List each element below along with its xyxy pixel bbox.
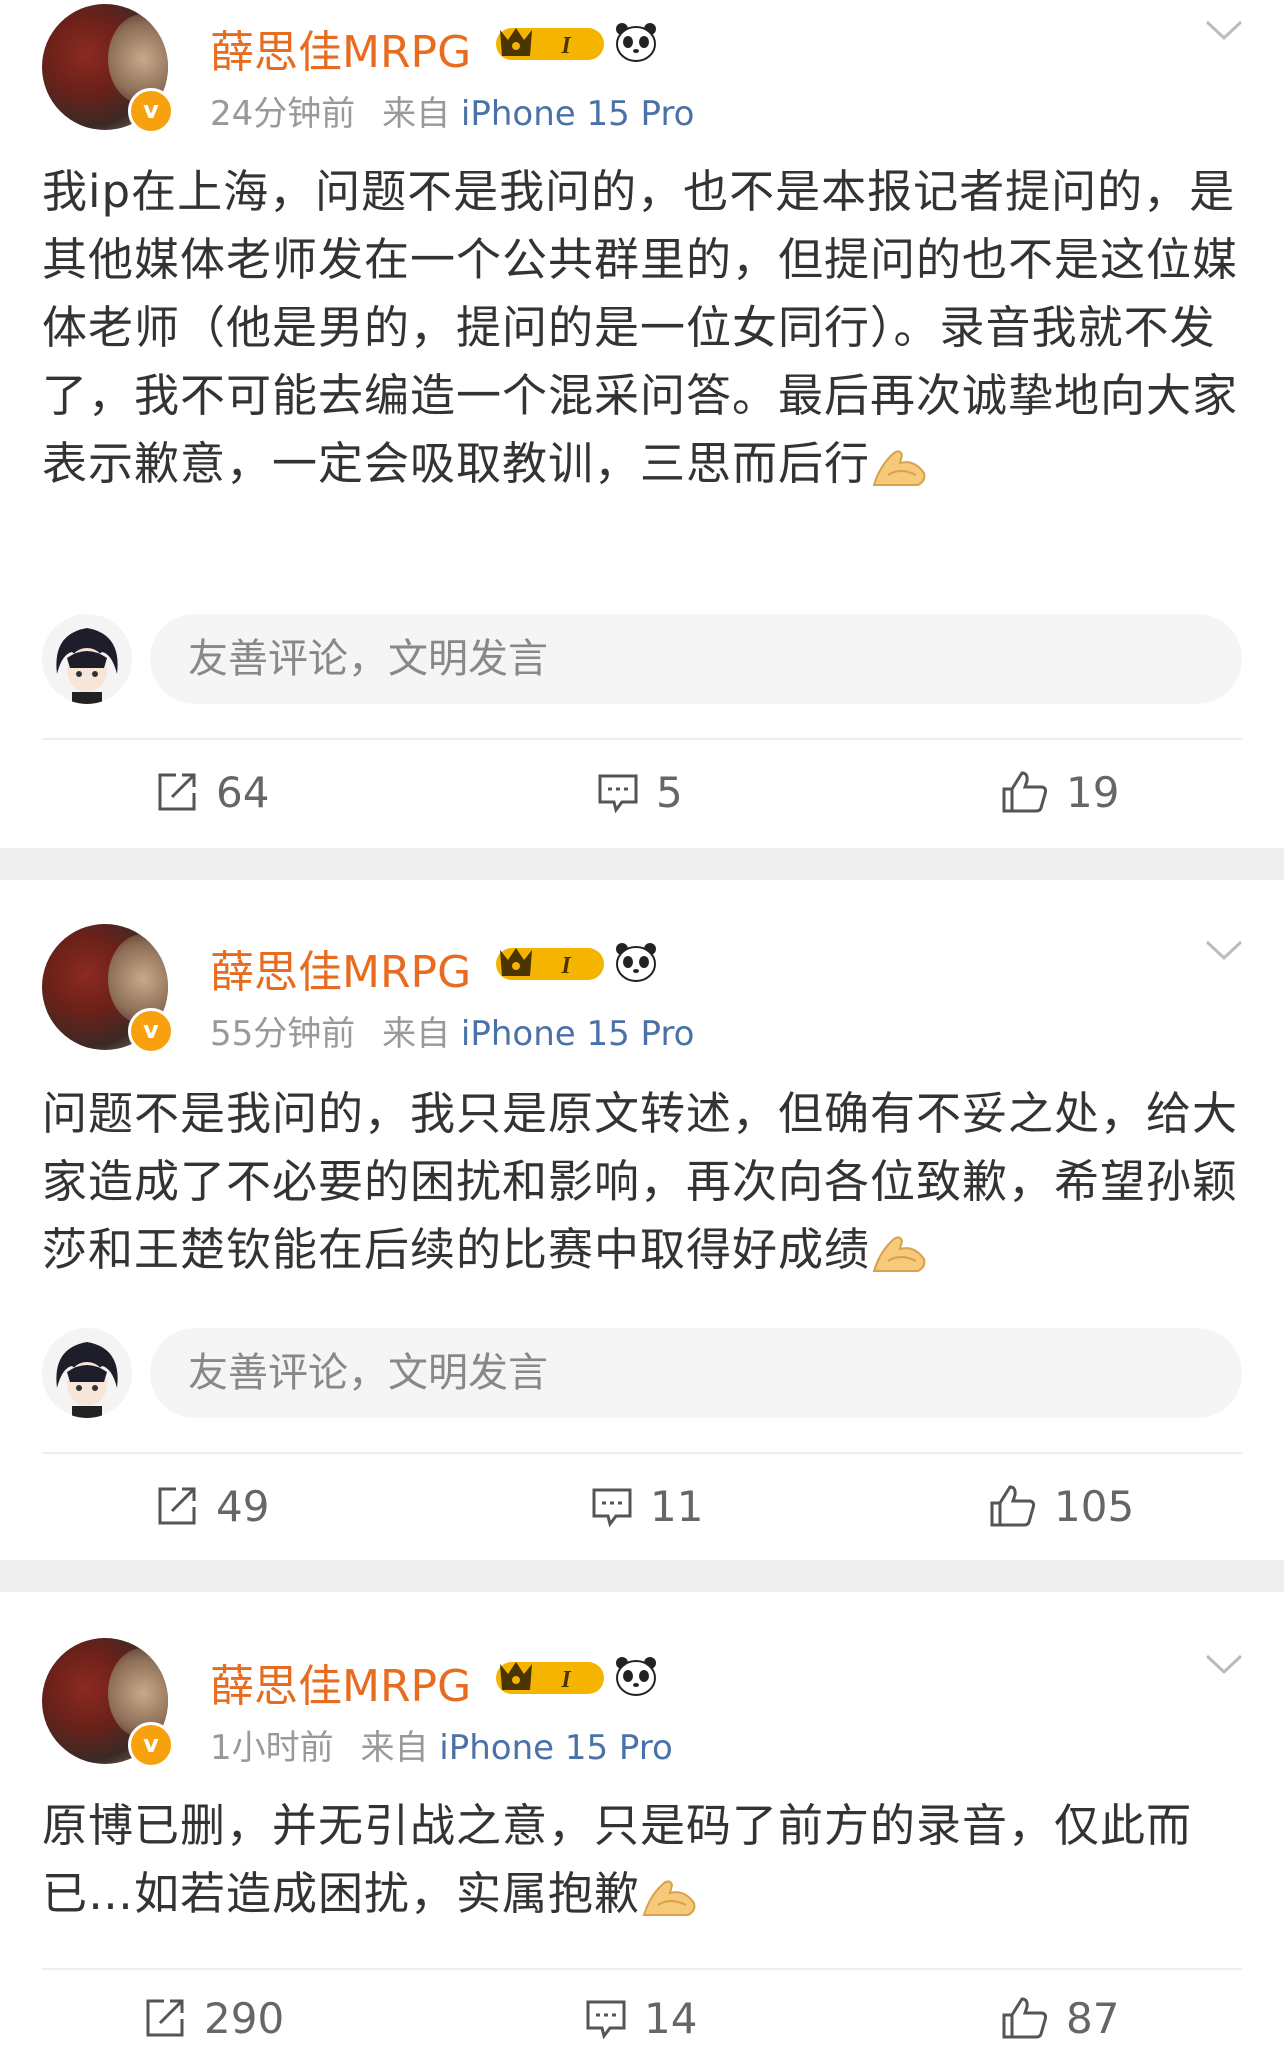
chevron-down-icon[interactable] [1204,18,1244,42]
commenter-avatar [42,1328,132,1418]
author-name[interactable]: 薛思佳MRPG [210,1650,471,1714]
post-source[interactable]: iPhone 15 Pro [461,1014,695,1054]
repost-icon [158,1487,196,1525]
panda-icon [616,943,656,982]
comment-count: 11 [650,1481,704,1531]
like-count: 105 [1054,1481,1135,1531]
author-name[interactable]: 薛思佳MRPG [210,936,471,1000]
source-prefix: 来自 [360,1728,429,1768]
like-button[interactable]: 19 [1000,762,1119,822]
post-time: 24分钟前 [210,94,356,134]
comment-button[interactable]: 11 [590,1476,703,1536]
like-button[interactable]: 105 [988,1476,1134,1536]
post-meta: 1小时前 来自 iPhone 15 Pro [210,1720,673,1769]
crown-badge-icon: I [496,28,604,60]
verified-icon: v [128,1722,174,1768]
divider [42,738,1242,740]
post-separator [0,1560,1284,1592]
repost-button[interactable]: 64 [154,762,269,822]
repost-count: 64 [216,767,270,817]
like-button[interactable]: 87 [1000,1988,1119,2048]
svg-text:I: I [560,953,572,979]
crown-badge-icon: I [496,1662,604,1694]
post-time: 55分钟前 [210,1014,356,1054]
weibo-post-3: v 薛思佳MRPG I 1小时前 来自 iPhone 15 Pro 原博已删，并… [0,1592,1284,2064]
svg-text:I: I [560,1667,572,1693]
comment-input[interactable]: 友善评论，文明发言 [150,614,1242,704]
weibo-post-2: v 薛思佳MRPG I 55分钟前 来自 iPhone 15 Pro 问题不是我… [0,880,1284,1560]
comment-icon [598,774,638,814]
svg-text:I: I [560,33,572,59]
like-count: 19 [1066,767,1120,817]
like-icon [1002,1997,1048,2039]
comment-button[interactable]: 14 [584,1988,697,2048]
repost-count: 290 [204,1993,285,2043]
repost-icon [146,1999,184,2037]
crown-badge-icon: I [496,948,604,980]
like-count: 87 [1066,1993,1120,2043]
panda-icon [616,1657,656,1696]
chevron-down-icon[interactable] [1204,938,1244,962]
comment-input[interactable]: 友善评论，文明发言 [150,1328,1242,1418]
verified-icon: v [128,1008,174,1054]
post-text: 问题不是我问的，我只是原文转述，但确有不妥之处，给大家造成了不必要的困扰和影响，… [42,1087,1239,1276]
post-source[interactable]: iPhone 15 Pro [439,1728,673,1768]
panda-icon [616,23,656,62]
source-prefix: 来自 [382,94,451,134]
comment-button[interactable]: 5 [596,762,683,822]
chevron-down-icon[interactable] [1204,1652,1244,1676]
comment-icon [592,1488,632,1528]
folded-hands-emoji [872,1236,926,1272]
commenter-avatar [42,614,132,704]
author-name[interactable]: 薛思佳MRPG [210,16,471,80]
verified-icon: v [128,88,174,134]
weibo-post-1: v 薛思佳MRPG I 24分钟前 来自 iPhone 15 Pro 我ip在上… [0,0,1284,848]
post-meta: 55分钟前 来自 iPhone 15 Pro [210,1006,694,1055]
post-meta: 24分钟前 来自 iPhone 15 Pro [210,86,694,135]
divider [42,1968,1242,1970]
post-text: 原博已删，并无引战之意，只是码了前方的录音，仅此而已…如若造成困扰，实属抱歉 [42,1799,1193,1920]
repost-count: 49 [216,1481,270,1531]
folded-hands-emoji [872,450,926,486]
comment-count: 14 [644,1993,698,2043]
source-prefix: 来自 [382,1014,451,1054]
like-icon [990,1485,1036,1527]
folded-hands-emoji [642,1880,696,1916]
repost-button[interactable]: 49 [154,1476,269,1536]
post-time: 1小时前 [210,1728,334,1768]
divider [42,1452,1242,1454]
comment-icon [586,2000,626,2040]
post-text: 我ip在上海，问题不是我问的，也不是本报记者提问的，是其他媒体老师发在一个公共群… [42,165,1239,490]
repost-icon [158,773,196,811]
post-separator [0,848,1284,880]
comment-count: 5 [656,767,683,817]
post-source[interactable]: iPhone 15 Pro [461,94,695,134]
like-icon [1002,771,1048,813]
repost-button[interactable]: 290 [142,1988,284,2048]
